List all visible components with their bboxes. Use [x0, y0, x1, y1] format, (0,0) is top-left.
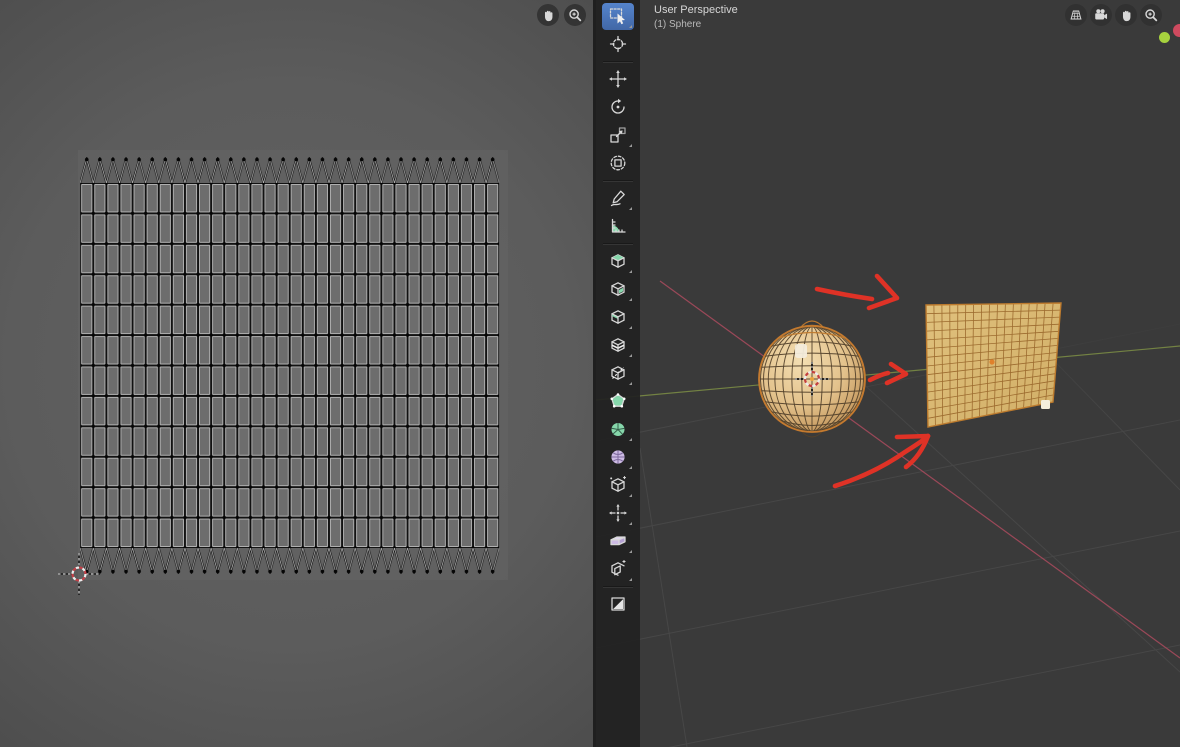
- poly-build-icon: [610, 393, 626, 408]
- zoom-in-icon: [569, 9, 582, 22]
- uv-unwrapped-mesh[interactable]: [80, 157, 500, 574]
- tool-extrude-region[interactable]: [602, 248, 634, 275]
- gizmo-y-axis-dot[interactable]: [1159, 32, 1170, 43]
- tool-scale[interactable]: [602, 122, 634, 149]
- spin-icon: [611, 423, 625, 436]
- viewport-nav-controls: [1065, 4, 1162, 26]
- tool-bevel[interactable]: [602, 304, 634, 331]
- rip-edge-icon: [611, 597, 625, 611]
- tool-knife[interactable]: [602, 360, 634, 387]
- active-face-dot: [795, 344, 807, 358]
- tool-inset-faces[interactable]: [602, 276, 634, 303]
- transform-icon: [610, 155, 626, 171]
- extrude-icon: [611, 254, 625, 268]
- tool-rip-edge[interactable]: [602, 591, 634, 618]
- tool-transform[interactable]: [602, 150, 634, 177]
- pan-button[interactable]: [1115, 4, 1137, 26]
- inset-icon: [611, 282, 625, 296]
- shear-icon: [610, 536, 626, 546]
- edge-slide-icon: [610, 476, 626, 492]
- tool-measure[interactable]: [602, 213, 634, 240]
- active-corner-dot: [1041, 400, 1050, 409]
- edit-mode-toolbar: [596, 0, 640, 747]
- object-origin-dot: [989, 359, 995, 365]
- uv-canvas: [58, 150, 508, 595]
- shrink-fatten-icon: [609, 504, 627, 522]
- rotate-icon: [611, 98, 625, 114]
- camera-view-button[interactable]: [1090, 4, 1112, 26]
- move-icon: [609, 70, 627, 88]
- scale-icon: [610, 127, 626, 143]
- tool-cursor[interactable]: [602, 31, 634, 58]
- tool-move[interactable]: [602, 66, 634, 93]
- tool-spin[interactable]: [602, 416, 634, 443]
- zoom-in-icon: [1145, 9, 1158, 22]
- loop-cut-icon: [611, 338, 625, 352]
- toolbar-separator: [603, 586, 633, 587]
- tool-shear[interactable]: [602, 528, 634, 555]
- hand-icon: [544, 10, 553, 22]
- tool-loop-cut[interactable]: [602, 332, 634, 359]
- uv-editor-nav-controls: ‹: [537, 4, 593, 26]
- toolbar-separator: [603, 61, 633, 62]
- persp-grid-icon: [1070, 10, 1082, 20]
- zoom-button[interactable]: [564, 4, 586, 26]
- gizmo-x-axis-dot[interactable]: [1173, 24, 1180, 37]
- tool-rip-region[interactable]: [602, 556, 634, 583]
- tool-edge-slide[interactable]: [602, 472, 634, 499]
- rip-region-icon: [611, 560, 626, 576]
- bevel-icon: [611, 310, 625, 324]
- measure-icon: [611, 218, 626, 233]
- select-box-icon: [609, 8, 625, 25]
- annotate-icon: [610, 190, 625, 207]
- viewport-3d-canvas[interactable]: [596, 0, 1180, 747]
- viewport-3d-panel: User Perspective (1) Sphere: [596, 0, 1180, 747]
- tool-shrink-fatten[interactable]: [602, 500, 634, 527]
- toolbar-separator: [603, 243, 633, 244]
- tool-rotate[interactable]: [602, 94, 634, 121]
- toolbar-separator: [603, 180, 633, 181]
- cursor-icon: [609, 35, 627, 53]
- pan-button[interactable]: [537, 4, 559, 26]
- knife-icon: [611, 366, 625, 380]
- tool-poly-build[interactable]: [602, 388, 634, 415]
- toggle-projection-button[interactable]: [1065, 4, 1087, 26]
- smooth-icon: [611, 450, 625, 464]
- hand-icon: [1122, 10, 1131, 22]
- zoom-button[interactable]: [1140, 4, 1162, 26]
- tool-smooth[interactable]: [602, 444, 634, 471]
- camera-icon: [1095, 9, 1108, 20]
- tool-annotate[interactable]: [602, 185, 634, 212]
- uv-editor-panel: ‹: [0, 0, 593, 747]
- tool-select-box[interactable]: [602, 2, 634, 30]
